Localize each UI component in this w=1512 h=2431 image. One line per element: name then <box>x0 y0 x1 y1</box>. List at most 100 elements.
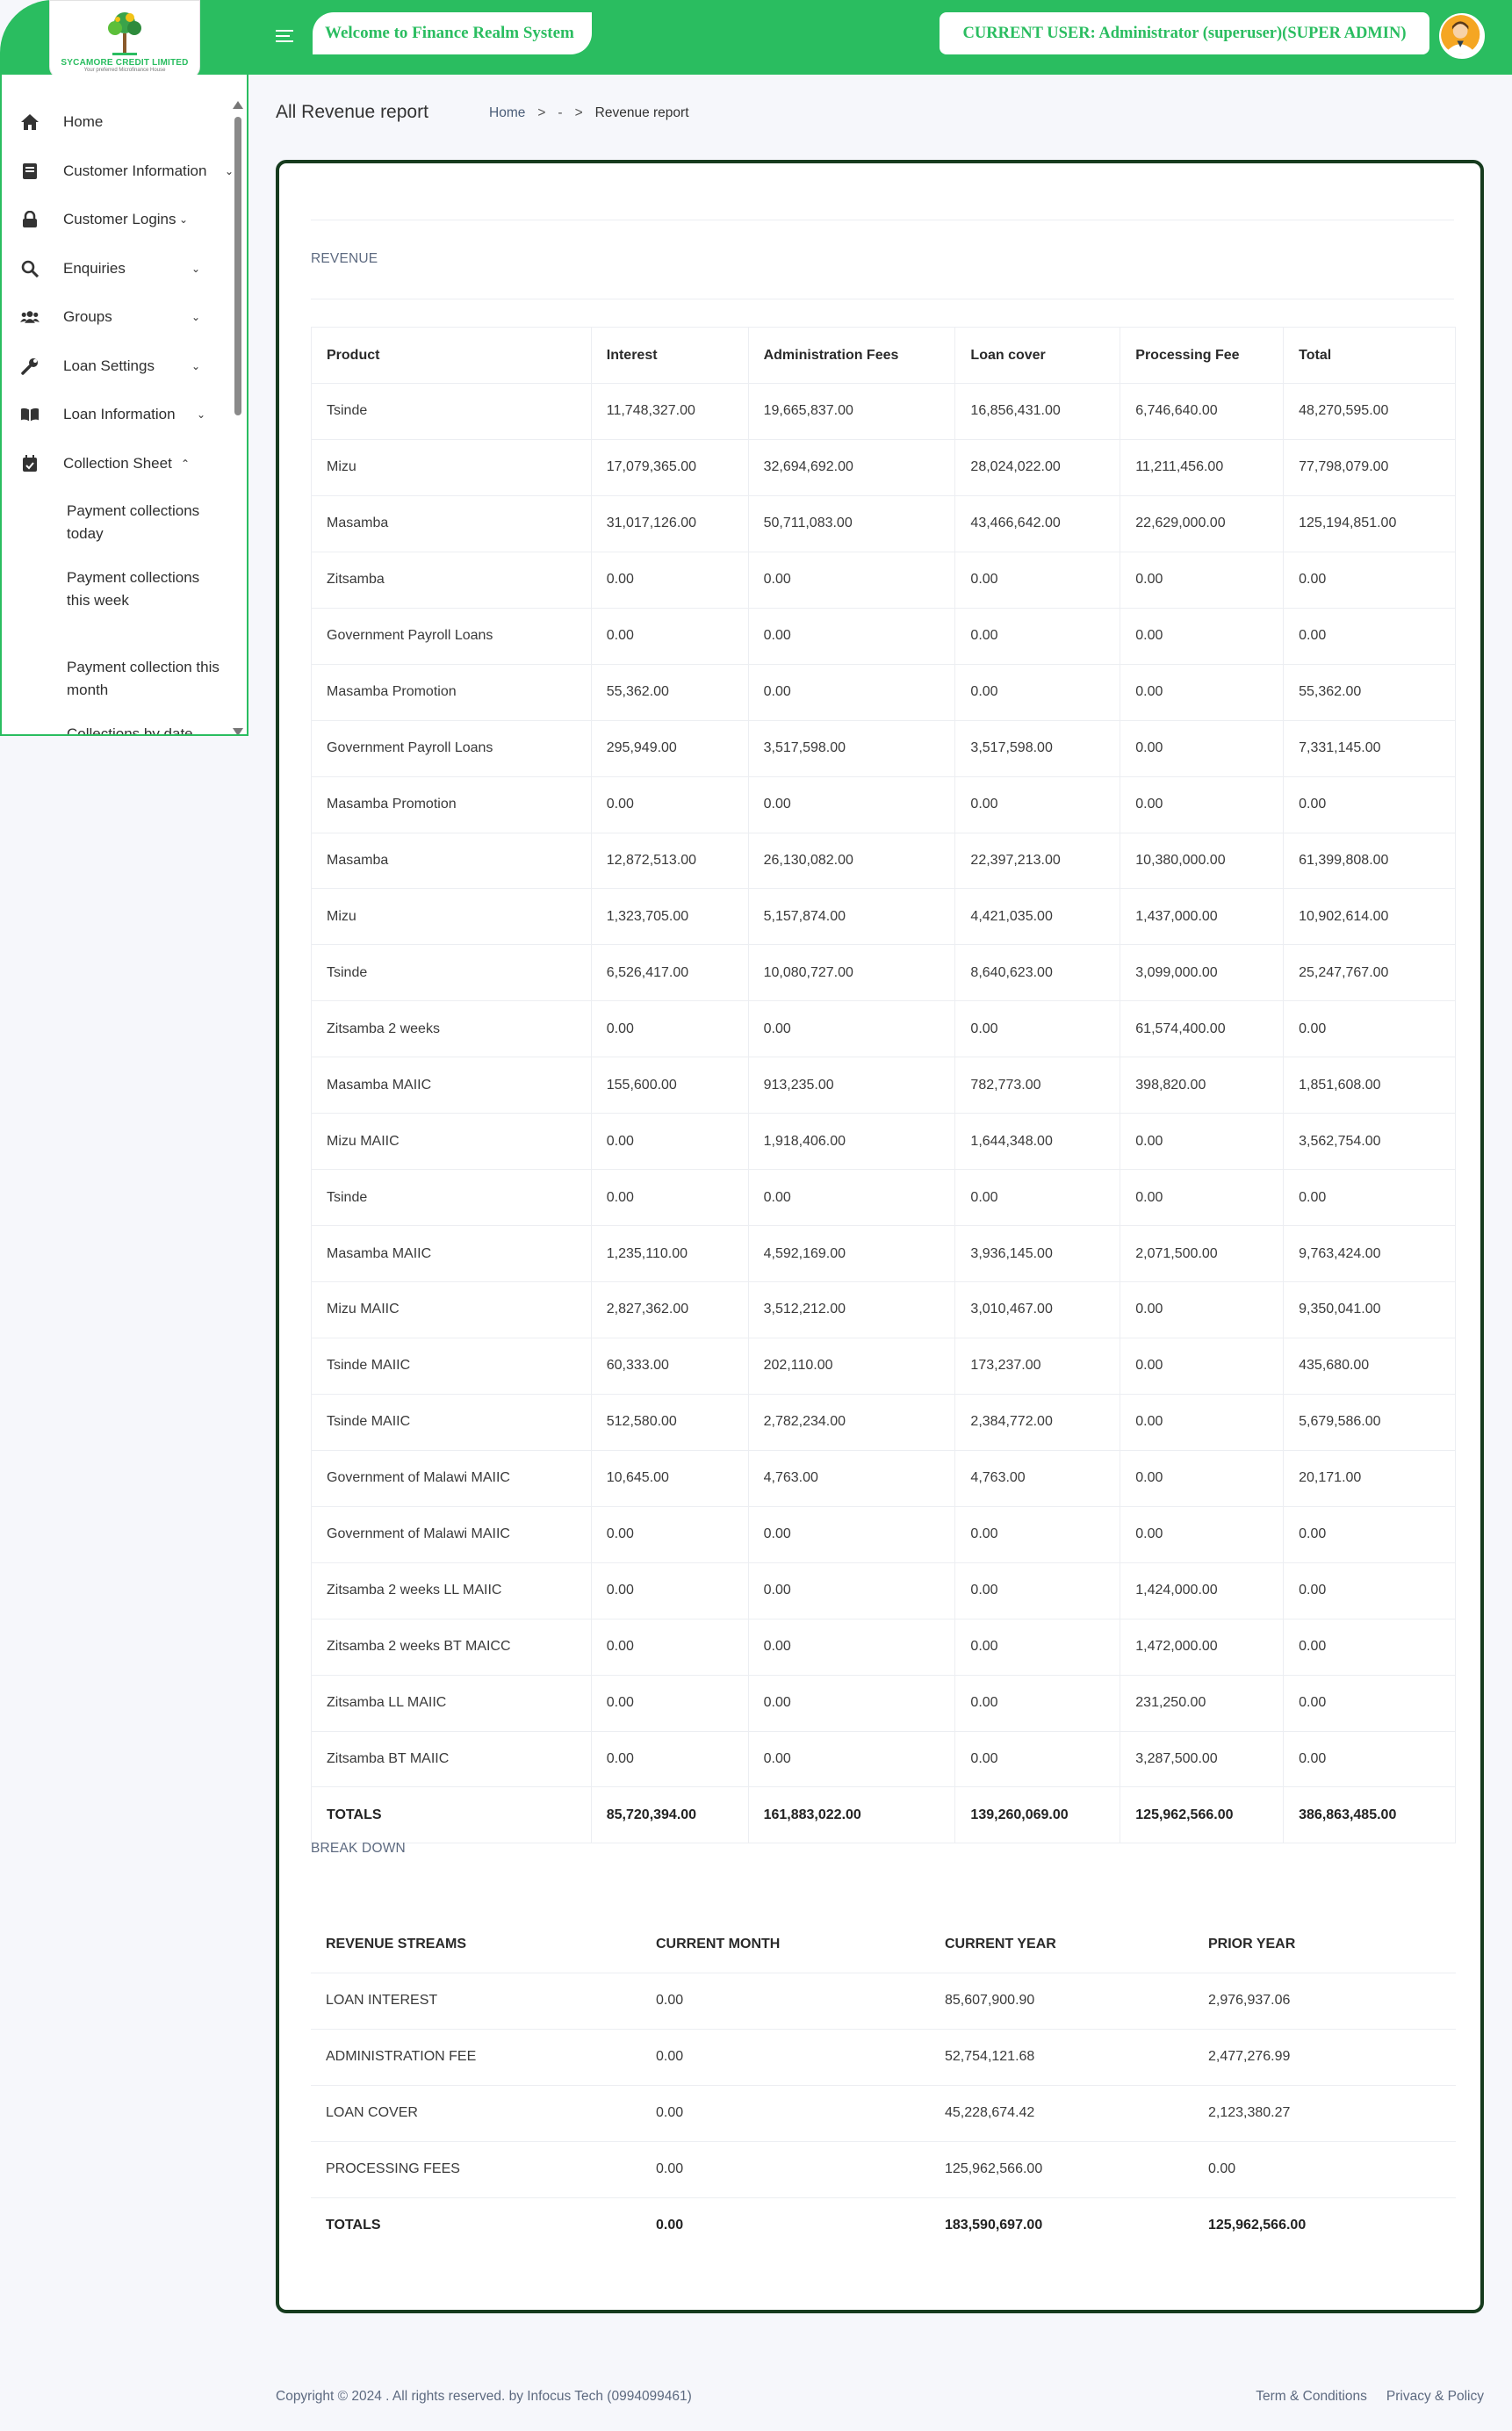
column-header: CURRENT MONTH <box>641 1916 930 1973</box>
sidebar-item-label: Loan Settings <box>63 357 155 374</box>
scroll-down-icon[interactable] <box>233 728 243 734</box>
row-label-cell: Mizu <box>311 888 592 946</box>
user-avatar[interactable] <box>1439 13 1485 59</box>
page-title: All Revenue report <box>276 102 428 122</box>
row-label-cell: Tsinde <box>311 383 592 440</box>
table-row: Government of Malawi MAIIC 10,645.00 4,763… <box>311 1449 1456 1507</box>
value-cell: 155,600.00 <box>590 1057 749 1115</box>
chevron-down-icon: ⌄ <box>178 213 188 226</box>
value-cell: 2,123,380.27 <box>1193 2085 1456 2142</box>
value-cell: 2,827,362.00 <box>590 1281 749 1338</box>
sidebar-item-loan-settings[interactable]: Loan Settings ⌄ <box>2 349 230 384</box>
sidebar-item-label: Customer Logins <box>63 211 176 227</box>
value-cell: 0.00 <box>1120 663 1285 721</box>
value-cell: 0.00 <box>590 1618 749 1676</box>
sidebar-scrollbar[interactable] <box>232 101 244 734</box>
sidebar-item-customer-information[interactable]: Customer Information ⌄ <box>2 154 234 189</box>
column-header: REVENUE STREAMS <box>311 1916 641 1973</box>
value-cell: 0.00 <box>641 1973 930 2030</box>
value-cell: 0.00 <box>954 663 1121 721</box>
value-cell: 4,421,035.00 <box>954 888 1121 946</box>
sidebar-item-enquiries[interactable]: Enquiries ⌄ <box>2 251 230 286</box>
row-label-cell: Masamba MAIIC <box>311 1225 592 1282</box>
sidebar-subitem-payments-month[interactable]: Payment collection this month <box>67 656 225 702</box>
row-label-cell: Zitsamba LL MAIIC <box>311 1674 592 1732</box>
value-cell: 0.00 <box>590 1505 749 1563</box>
value-cell: 1,644,348.00 <box>954 1113 1121 1171</box>
value-cell: 55,362.00 <box>590 663 749 721</box>
value-cell: 0.00 <box>1283 1618 1456 1676</box>
totals-value-cell: 0.00 <box>656 2218 684 2233</box>
tree-logo-icon <box>108 12 141 55</box>
row-label-cell: Government of Malawi MAIIC <box>311 1505 592 1563</box>
value-cell: 1,472,000.00 <box>1120 1618 1285 1676</box>
logo-tagline: Your preferred Microfinance House <box>83 68 166 73</box>
menu-toggle-icon[interactable] <box>276 25 299 47</box>
scrollbar-thumb[interactable] <box>234 117 241 415</box>
value-cell: 202,110.00 <box>747 1337 956 1395</box>
value-cell: 0.00 <box>954 607 1121 665</box>
table-row: Tsinde MAIIC 512,580.00 2,782,234.00 2,384,… <box>311 1393 1456 1451</box>
scroll-up-icon[interactable] <box>233 101 243 109</box>
value-cell: 0.00 <box>1283 607 1456 665</box>
sidebar-subitem-payments-today[interactable]: Payment collections today <box>67 500 225 545</box>
sidebar-item-customer-logins[interactable]: Customer Logins ⌄ <box>2 202 230 237</box>
table-row: LOAN INTEREST 0.00 85,607,900.90 2,976,937.… <box>311 1973 1456 2030</box>
row-label-cell: Tsinde MAIIC <box>311 1337 592 1395</box>
breadcrumb-placeholder: - <box>558 105 563 120</box>
sidebar-item-label: Groups <box>63 308 112 325</box>
value-cell: 3,010,467.00 <box>954 1281 1121 1338</box>
row-label-cell: Tsinde <box>311 1169 592 1227</box>
totals-value-cell: 183,590,697.00 <box>945 2218 1043 2233</box>
sidebar-subitem-collections-by-date[interactable]: Collections by date <box>67 723 225 734</box>
totals-value-cell: 85,720,394.00 <box>590 1786 749 1844</box>
value-cell: 0.00 <box>954 1000 1121 1058</box>
value-cell: 0.00 <box>1193 2141 1456 2198</box>
value-cell: 25,247,767.00 <box>1283 944 1456 1002</box>
column-header: Total <box>1283 327 1456 384</box>
column-header: Processing Fee <box>1120 327 1285 384</box>
sidebar-item-loan-information[interactable]: Loan Information ⌄ <box>2 397 230 432</box>
totals-row: TOTALS 0.00 183,590,697.00 125,962,566.00 <box>311 2197 1456 2254</box>
users-icon <box>20 307 40 327</box>
row-label-cell: LOAN COVER <box>311 2085 641 2142</box>
value-cell: 10,080,727.00 <box>747 944 956 1002</box>
value-cell: 0.00 <box>641 2029 930 2086</box>
table-row: Masamba Promotion 55,362.00 0.00 0.00 0.00 55… <box>311 663 1456 721</box>
value-cell: 0.00 <box>954 551 1121 609</box>
value-cell: 0.00 <box>1120 1505 1285 1563</box>
revenue-section-label: REVENUE <box>311 251 378 266</box>
sidebar-item-home[interactable]: Home <box>2 105 230 140</box>
sidebar-item-collection-sheet[interactable]: Collection Sheet ⌃ <box>2 446 230 481</box>
value-cell: 16,856,431.00 <box>954 383 1121 440</box>
totals-value-cell: 139,260,069.00 <box>954 1786 1121 1844</box>
calendar-check-icon <box>20 454 40 473</box>
privacy-link[interactable]: Privacy & Policy <box>1386 2389 1484 2405</box>
value-cell: 0.00 <box>747 1730 956 1788</box>
value-cell: 2,976,937.06 <box>1193 1973 1456 2030</box>
breadcrumb-separator: > <box>574 105 583 120</box>
breadcrumb-home-link[interactable]: Home <box>489 105 525 121</box>
logo-text: SYCAMORE CREDIT LIMITED <box>61 58 189 68</box>
table-row: Tsinde 0.00 0.00 0.00 0.00 0.00 <box>311 1169 1456 1227</box>
terms-link[interactable]: Term & Conditions <box>1256 2389 1367 2405</box>
value-cell: 32,694,692.00 <box>747 438 956 496</box>
value-cell: 3,099,000.00 <box>1120 944 1285 1002</box>
value-cell: 0.00 <box>1283 1000 1456 1058</box>
sidebar-item-groups[interactable]: Groups ⌄ <box>2 299 230 335</box>
value-cell: 0.00 <box>954 775 1121 833</box>
footer-links: Term & Conditions Privacy & Policy <box>1256 2389 1484 2405</box>
value-cell: 60,333.00 <box>590 1337 749 1395</box>
value-cell: 1,235,110.00 <box>590 1225 749 1282</box>
value-cell: 1,437,000.00 <box>1120 888 1285 946</box>
company-logo[interactable]: SYCAMORE CREDIT LIMITED Your preferred M… <box>49 0 200 79</box>
value-cell: 173,237.00 <box>954 1337 1121 1395</box>
value-cell: 0.00 <box>590 551 749 609</box>
value-cell: 0.00 <box>1283 1562 1456 1619</box>
value-cell: 0.00 <box>954 1169 1121 1227</box>
row-label-cell: Zitsamba <box>311 551 592 609</box>
row-label-cell: Mizu MAIIC <box>311 1113 592 1171</box>
sidebar-subitem-payments-week[interactable]: Payment collections this week <box>67 566 225 612</box>
value-cell: 20,171.00 <box>1283 1449 1456 1507</box>
value-cell: 0.00 <box>590 1113 749 1171</box>
